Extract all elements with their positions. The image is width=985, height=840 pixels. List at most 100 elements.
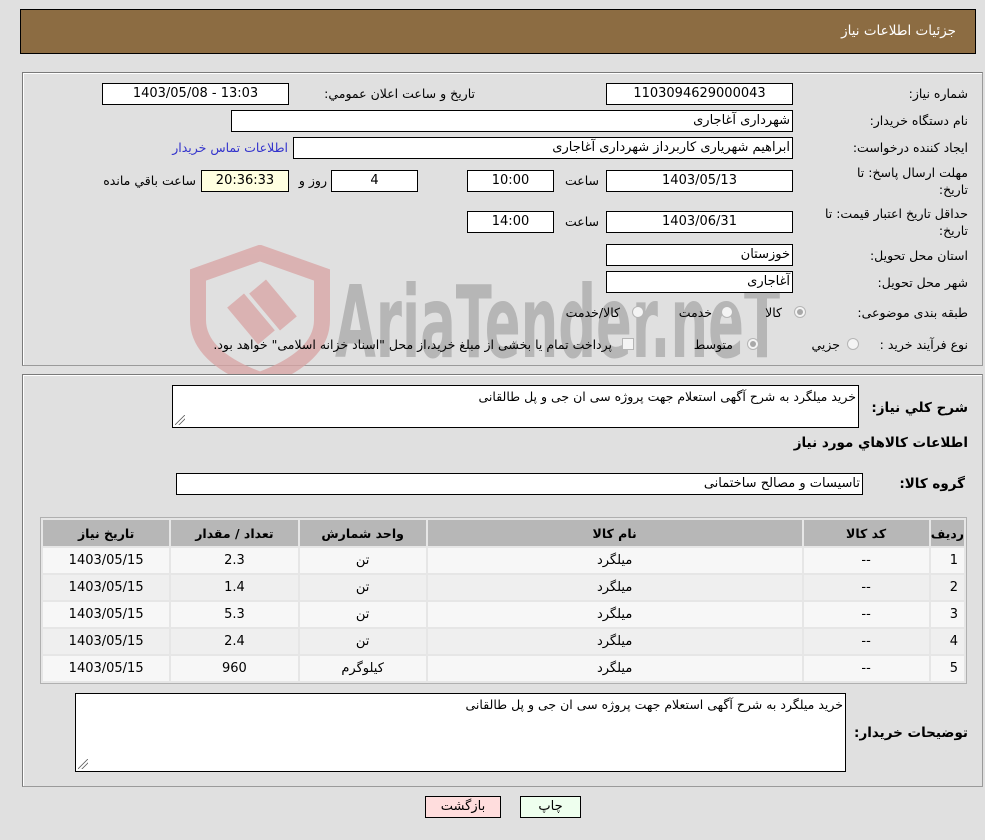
buyer-notes-label: توضیحات خریدار: (854, 725, 968, 741)
page-title: جزئیات اطلاعات نیاز (841, 23, 956, 39)
reply-deadline-label: مهلت ارسال پاسخ: تا تاریخ: (857, 164, 968, 198)
cell-quantity: 2.4 (171, 629, 298, 654)
table-row: 3 -- میلگرد تن 5.3 1403/05/15 (43, 602, 964, 627)
goods-table: ردیف کد کالا نام کالا واحد شمارش تعداد /… (40, 517, 967, 684)
reply-deadline-date: 1403/05/13 (606, 170, 793, 192)
price-validity-label: حداقل تاریخ اعتبار قیمت: تا تاریخ: (825, 205, 968, 239)
cell-goods-name: میلگرد (427, 548, 802, 573)
process-type-label: نوع فرآیند خرید : (879, 337, 968, 352)
cell-quantity: 1.4 (171, 575, 298, 600)
col-need-date: تاریخ نیاز (43, 520, 170, 546)
cell-goods-name: میلگرد (427, 656, 802, 681)
description-text: خرید میلگرد به شرح آگهی استعلام جهت پروژ… (478, 389, 857, 404)
cell-need-date: 1403/05/15 (43, 602, 170, 627)
col-goods-name: نام کالا (427, 520, 802, 546)
province-field: خوزستان (606, 244, 793, 266)
description-label: شرح کلي نياز: (871, 400, 968, 416)
cell-goods-name: میلگرد (427, 575, 802, 600)
cell-need-date: 1403/05/15 (43, 548, 170, 573)
table-row: 2 -- میلگرد تن 1.4 1403/05/15 (43, 575, 964, 600)
creator-field: ابراهیم شهریاری کاربرداز شهرداری آغاجاری (293, 137, 793, 159)
price-validity-time: 14:00 (467, 211, 554, 233)
cell-goods-name: میلگرد (427, 629, 802, 654)
price-validity-date: 1403/06/31 (606, 211, 793, 233)
price-validity-time-label: ساعت (564, 214, 599, 229)
cell-unit: تن (299, 548, 426, 573)
province-label: استان محل تحویل: (869, 248, 968, 263)
buyer-org-label: نام دستگاه خریدار: (869, 113, 968, 128)
cell-row-number: 1 (930, 548, 964, 573)
cell-row-number: 2 (930, 575, 964, 600)
cell-row-number: 4 (930, 629, 964, 654)
buyer-contact-link[interactable]: اطلاعات تماس خریدار (172, 140, 288, 155)
cell-unit: تن (299, 629, 426, 654)
cell-goods-code: -- (803, 629, 929, 654)
cell-row-number: 5 (930, 656, 964, 681)
cell-quantity: 960 (171, 656, 298, 681)
cell-unit: کیلوگرم (299, 656, 426, 681)
need-number-label: شماره نیاز: (908, 86, 968, 101)
col-goods-code: کد کالا (803, 520, 929, 546)
cell-unit: تن (299, 602, 426, 627)
remaining-time-label: ساعت باقي مانده (103, 173, 196, 188)
cell-need-date: 1403/05/15 (43, 629, 170, 654)
announce-date-label: تاريخ و ساعت اعلان عمومي: (324, 86, 475, 101)
table-row: 5 -- میلگرد کیلوگرم 960 1403/05/15 (43, 656, 964, 681)
reply-deadline-label-line2: تاریخ: (938, 182, 968, 197)
goods-section-title: اطلاعات کالاهاي مورد نياز (793, 435, 968, 451)
city-label: شهر محل تحویل: (877, 275, 968, 290)
remaining-days: 4 (331, 170, 418, 192)
goods-group-field: تاسیسات و مصالح ساختمانی (176, 473, 863, 495)
price-validity-label-line2: تاریخ: (938, 223, 968, 238)
treasury-checkbox[interactable] (622, 338, 634, 350)
cell-row-number: 3 (930, 602, 964, 627)
days-label: روز و (298, 173, 327, 188)
category-label: طبقه بندی موضوعی: (857, 305, 968, 320)
buyer-notes-text: خرید میلگرد به شرح آگهی استعلام جهت پروژ… (465, 697, 844, 712)
process-radio-minor[interactable] (847, 338, 859, 350)
reply-deadline-label-line1: مهلت ارسال پاسخ: تا (857, 165, 968, 180)
creator-label: ایجاد کننده درخواست: (852, 140, 968, 155)
cell-need-date: 1403/05/15 (43, 656, 170, 681)
price-validity-label-line1: حداقل تاریخ اعتبار قیمت: تا (824, 206, 968, 221)
city-field: آغاجاری (606, 271, 793, 293)
process-option-medium: متوسط (693, 337, 733, 352)
cell-unit: تن (299, 575, 426, 600)
description-textarea[interactable]: خرید میلگرد به شرح آگهی استعلام جهت پروژ… (172, 385, 859, 428)
buyer-notes-textarea[interactable]: خرید میلگرد به شرح آگهی استعلام جهت پروژ… (75, 693, 846, 772)
cell-quantity: 5.3 (171, 602, 298, 627)
cell-quantity: 2.3 (171, 548, 298, 573)
cell-goods-code: -- (803, 602, 929, 627)
page-header: جزئیات اطلاعات نیاز (20, 9, 976, 54)
cell-need-date: 1403/05/15 (43, 575, 170, 600)
table-row: 4 -- میلگرد تن 2.4 1403/05/15 (43, 629, 964, 654)
cell-goods-code: -- (803, 656, 929, 681)
buyer-org-field: شهرداری آغاجاری (231, 110, 793, 132)
back-button[interactable]: بازگشت (425, 796, 501, 818)
remaining-time: 20:36:33 (201, 170, 289, 192)
cell-goods-name: میلگرد (427, 602, 802, 627)
cell-goods-code: -- (803, 575, 929, 600)
category-option-goods: کالا (765, 305, 782, 320)
process-radio-medium[interactable] (747, 338, 759, 350)
col-row-number: ردیف (930, 520, 964, 546)
table-row: 1 -- میلگرد تن 2.3 1403/05/15 (43, 548, 964, 573)
category-option-service: خدمت (678, 305, 712, 320)
category-radio-goods-service[interactable] (632, 306, 644, 318)
reply-time-label: ساعت (564, 173, 599, 188)
col-unit: واحد شمارش (299, 520, 426, 546)
goods-group-label: گروه کالا: (899, 476, 965, 492)
announce-date-field: 1403/05/08 - 13:03 (102, 83, 289, 105)
treasury-text: پرداخت تمام یا بخشی از مبلغ خرید،از محل … (213, 337, 612, 352)
reply-deadline-time: 10:00 (467, 170, 554, 192)
col-quantity: تعداد / مقدار (171, 520, 298, 546)
resize-grip-icon[interactable] (78, 759, 88, 769)
resize-grip-icon[interactable] (175, 415, 185, 425)
category-radio-service[interactable] (721, 306, 733, 318)
process-option-minor: جزیي (811, 337, 840, 352)
cell-goods-code: -- (803, 548, 929, 573)
category-radio-goods[interactable] (794, 306, 806, 318)
print-button[interactable]: چاپ (520, 796, 581, 818)
category-option-goods-service: کالا/خدمت (565, 305, 620, 320)
goods-table-header: ردیف کد کالا نام کالا واحد شمارش تعداد /… (43, 520, 964, 546)
